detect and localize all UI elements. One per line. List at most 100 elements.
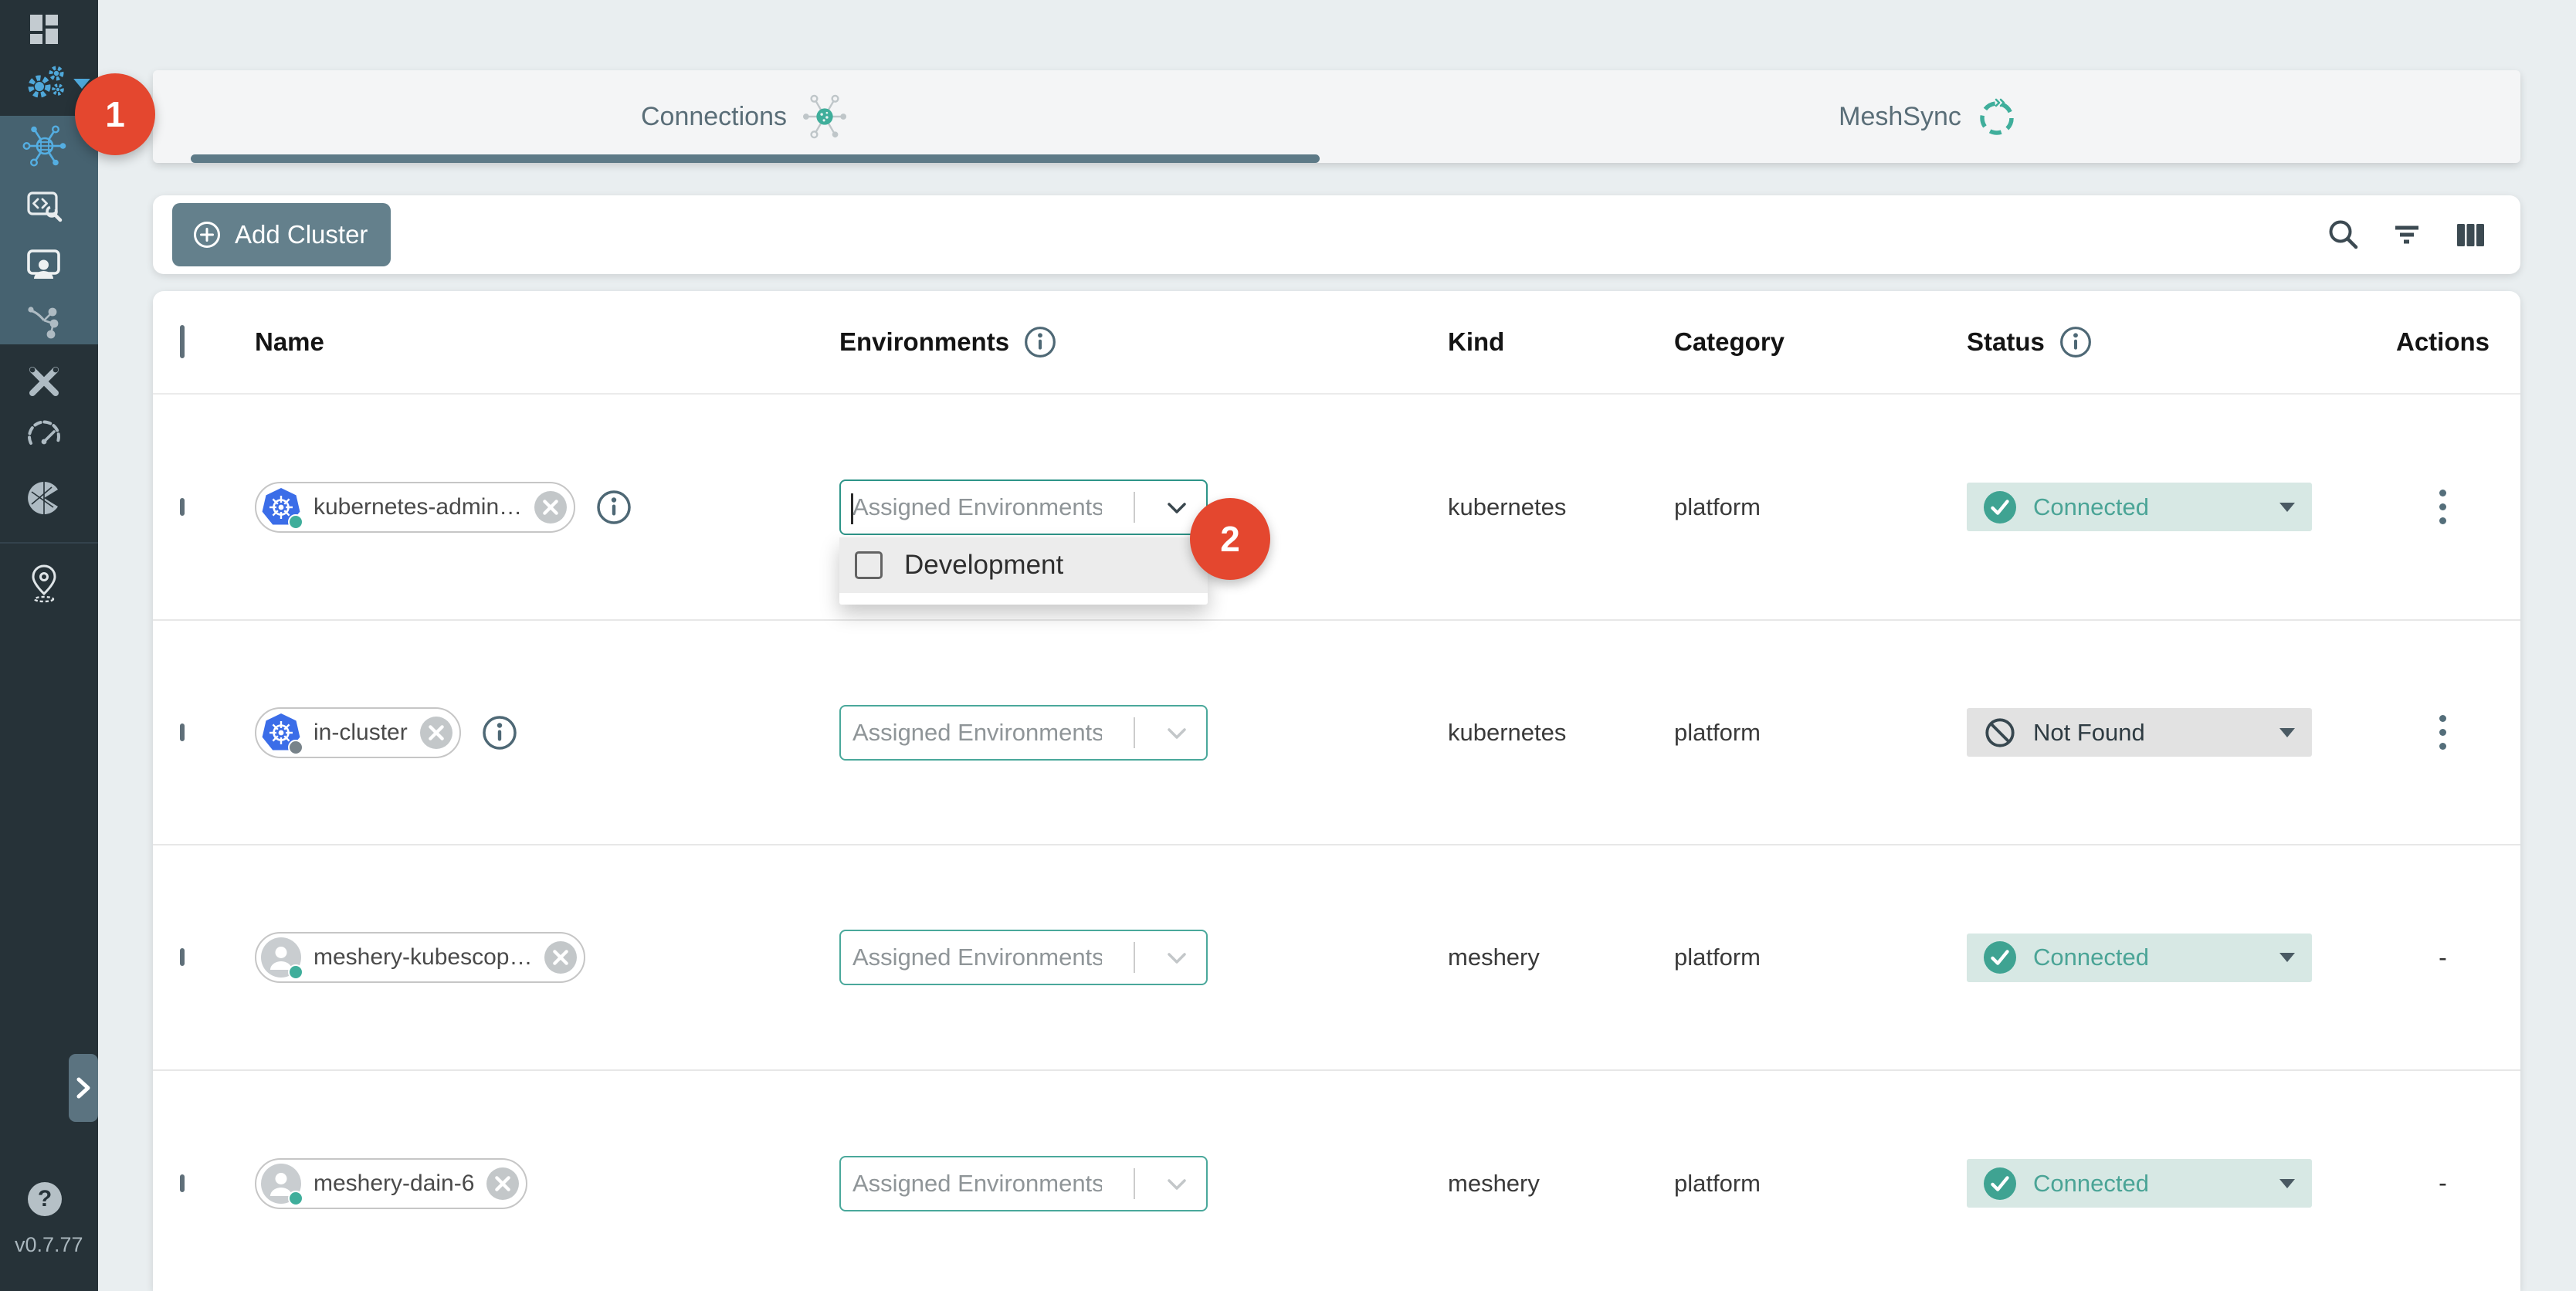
col-header-actions: Actions xyxy=(2396,327,2490,357)
caret-down-icon xyxy=(2279,953,2295,962)
row-checkbox[interactable] xyxy=(180,1174,185,1192)
kind-value: kubernetes xyxy=(1448,493,1566,520)
kind-value: kubernetes xyxy=(1448,719,1566,746)
sidebar-item-catalog[interactable] xyxy=(22,560,75,606)
sidebar-item-performance[interactable] xyxy=(22,412,75,459)
help-glyph: ? xyxy=(38,1186,52,1212)
environments-input[interactable] xyxy=(841,493,1103,522)
row-actions-menu[interactable] xyxy=(2433,709,2452,756)
sidebar-item-profiles[interactable] xyxy=(22,241,75,287)
category-value: platform xyxy=(1674,719,1761,746)
status-dot xyxy=(288,514,303,530)
category-value: platform xyxy=(1674,493,1761,520)
select-chevron-icon[interactable] xyxy=(1168,953,1186,964)
connection-chip[interactable]: kubernetes-admin… xyxy=(255,482,575,533)
filter-icon[interactable] xyxy=(2389,217,2425,252)
row-actions-menu[interactable] xyxy=(2433,483,2452,530)
col-header-category: Category xyxy=(1674,327,1785,356)
sidebar-item-designs[interactable] xyxy=(22,300,75,346)
sidebar-item-adapters[interactable] xyxy=(22,182,75,229)
add-cluster-label: Add Cluster xyxy=(235,220,368,249)
category-value: platform xyxy=(1674,1170,1761,1197)
code-wrench-icon xyxy=(22,184,66,227)
tab-meshsync[interactable]: MeshSync xyxy=(1337,70,2520,163)
select-divider xyxy=(1134,942,1135,973)
status-dot xyxy=(288,1191,303,1206)
environments-input[interactable] xyxy=(841,1169,1103,1198)
kubernetes-avatar xyxy=(261,713,301,753)
status-dropdown[interactable]: Connected xyxy=(1967,934,2312,982)
environments-dropdown-menu: Development xyxy=(839,537,1208,605)
sidebar-item-connections[interactable] xyxy=(22,123,75,169)
caret-down-icon xyxy=(2279,728,2295,737)
help-button[interactable]: ? xyxy=(28,1182,62,1216)
select-divider xyxy=(1134,1168,1135,1199)
environments-select[interactable] xyxy=(839,1156,1208,1211)
sidebar-expand-button[interactable] xyxy=(69,1054,98,1122)
tab-connections[interactable]: Connections xyxy=(153,70,1337,163)
connected-check-icon xyxy=(1984,1167,2016,1200)
status-label: Not Found xyxy=(2033,719,2279,747)
connection-chip[interactable]: in-cluster xyxy=(255,707,461,758)
annotation-step-1: 1 xyxy=(75,73,155,155)
sidebar-item-dashboard[interactable] xyxy=(22,6,75,53)
add-plus-icon xyxy=(191,219,223,251)
category-value: platform xyxy=(1674,944,1761,971)
chip-delete-icon[interactable] xyxy=(544,941,577,974)
chip-delete-icon[interactable] xyxy=(420,717,452,749)
environments-input[interactable] xyxy=(841,943,1103,972)
search-icon[interactable] xyxy=(2326,217,2361,252)
environments-select[interactable] xyxy=(839,479,1208,535)
table-row: kubernetes-admin… kubernetes platform Co… xyxy=(153,395,2520,621)
tab-bar: Connections MeshSync xyxy=(153,70,2520,163)
environments-info-icon[interactable] xyxy=(1023,325,1057,359)
gears-icon xyxy=(22,62,69,105)
status-dropdown[interactable]: Connected xyxy=(1967,1159,2312,1208)
environments-select[interactable] xyxy=(839,705,1208,761)
sidebar-item-toolkit[interactable] xyxy=(22,358,75,405)
select-all-checkbox[interactable] xyxy=(180,325,185,358)
row-checkbox[interactable] xyxy=(180,723,185,741)
chip-delete-icon[interactable] xyxy=(486,1167,519,1200)
chevron-right-icon xyxy=(76,1076,91,1100)
row-checkbox[interactable] xyxy=(180,498,185,516)
col-header-environments: Environments xyxy=(839,327,1009,357)
row-checkbox[interactable] xyxy=(180,948,185,966)
row-info-icon[interactable] xyxy=(595,489,632,526)
annotation-step-1-label: 1 xyxy=(105,93,125,135)
environments-select[interactable] xyxy=(839,930,1208,985)
status-dropdown[interactable]: Not Found xyxy=(1967,708,2312,757)
chip-delete-icon[interactable] xyxy=(534,491,567,524)
row-info-icon[interactable] xyxy=(481,714,518,751)
select-chevron-icon[interactable] xyxy=(1168,728,1186,739)
version-label: v0.7.77 xyxy=(15,1233,83,1257)
col-header-status: Status xyxy=(1967,327,2045,357)
tab-meshsync-label: MeshSync xyxy=(1839,102,1961,132)
no-actions-placeholder: - xyxy=(2439,1169,2447,1198)
sidebar-item-extensions[interactable] xyxy=(22,475,75,521)
table-toolbar: Add Cluster xyxy=(153,195,2520,274)
connection-name: meshery-dain-6 xyxy=(314,1171,474,1197)
select-divider xyxy=(1134,492,1135,523)
environment-option-development[interactable]: Development xyxy=(839,537,1208,593)
connection-chip[interactable]: meshery-kubescop… xyxy=(255,932,585,983)
connection-chip[interactable]: meshery-dain-6 xyxy=(255,1158,527,1209)
table-row: in-cluster kubernetes platform Not Found xyxy=(153,621,2520,845)
gauge-icon xyxy=(22,414,66,457)
status-dropdown[interactable]: Connected xyxy=(1967,483,2312,531)
view-columns-icon[interactable] xyxy=(2452,217,2488,252)
status-label: Connected xyxy=(2033,1170,2279,1198)
select-divider xyxy=(1134,717,1135,748)
status-info-icon[interactable] xyxy=(2059,325,2093,359)
table-row: meshery-dain-6 meshery platform Connecte… xyxy=(153,1071,2520,1291)
option-checkbox[interactable] xyxy=(855,551,883,579)
environments-input[interactable] xyxy=(841,718,1103,747)
connections-icon xyxy=(22,124,67,168)
sidebar: ? v0.7.77 xyxy=(0,0,98,1291)
select-chevron-icon[interactable] xyxy=(1168,1179,1186,1190)
col-header-name: Name xyxy=(255,327,324,357)
no-actions-placeholder: - xyxy=(2439,944,2447,972)
add-cluster-button[interactable]: Add Cluster xyxy=(172,203,391,266)
not-found-icon xyxy=(1984,717,2016,749)
select-chevron-icon[interactable] xyxy=(1168,503,1186,513)
